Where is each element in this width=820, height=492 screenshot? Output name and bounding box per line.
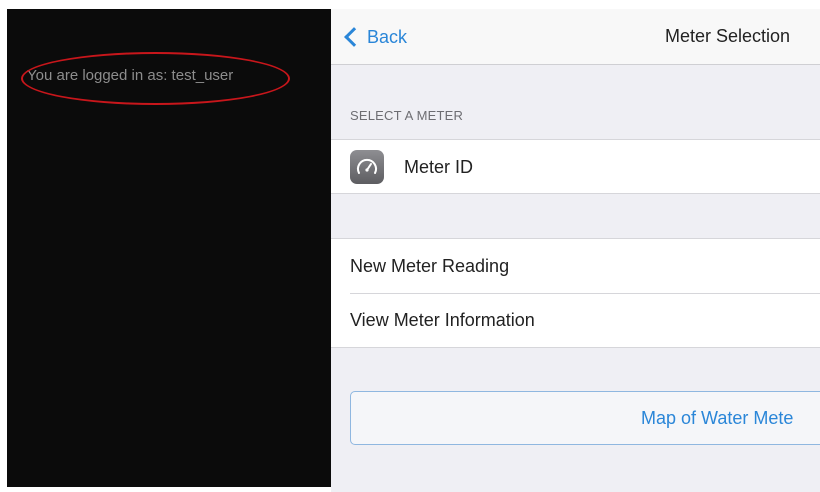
new-meter-reading-label: New Meter Reading bbox=[350, 255, 510, 276]
view-meter-information-label: View Meter Information bbox=[350, 309, 535, 330]
back-button[interactable]: Back bbox=[341, 24, 407, 50]
back-button-label: Back bbox=[367, 26, 408, 47]
meter-group: Meter ID bbox=[331, 139, 820, 194]
map-of-water-meters-button[interactable]: Map of Water Mete bbox=[350, 391, 820, 445]
navigation-bar: Back Meter Selection bbox=[331, 9, 820, 65]
meter-selection-screen: Back Meter Selection SELECT A METER Mete… bbox=[331, 9, 820, 492]
sidebar-panel: You are logged in as: test_user bbox=[7, 9, 331, 487]
page-title: Meter Selection bbox=[665, 26, 791, 46]
actions-group: New Meter Reading View Meter Information bbox=[331, 238, 820, 348]
gauge-icon bbox=[350, 150, 384, 184]
meter-id-row[interactable]: Meter ID bbox=[331, 140, 820, 194]
map-button-label: Map of Water Mete bbox=[641, 408, 794, 428]
view-meter-information-row[interactable]: View Meter Information bbox=[331, 293, 820, 347]
red-annotation-ellipse bbox=[21, 52, 290, 105]
chevron-left-icon bbox=[344, 27, 364, 47]
meter-id-label: Meter ID bbox=[404, 156, 474, 177]
section-header-select-meter: SELECT A METER bbox=[350, 108, 464, 123]
new-meter-reading-row[interactable]: New Meter Reading bbox=[331, 239, 820, 293]
